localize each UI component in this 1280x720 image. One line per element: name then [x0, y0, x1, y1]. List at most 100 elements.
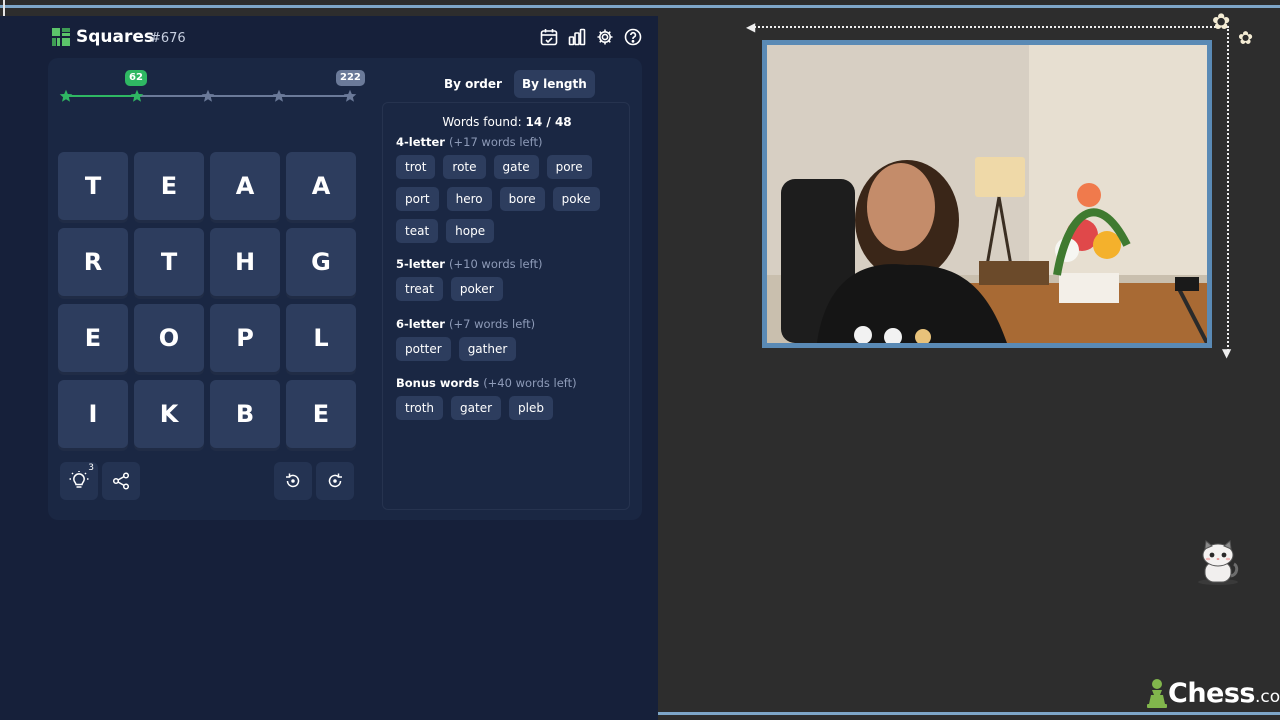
word-chip[interactable]: bore	[499, 187, 545, 211]
rotate-left-button[interactable]	[274, 462, 312, 500]
settings-icon[interactable]	[596, 28, 614, 46]
top-frame-line	[0, 5, 1280, 8]
word-chip[interactable]: treat	[396, 277, 443, 301]
word-chip[interactable]: gate	[493, 155, 539, 179]
rotate-right-icon	[328, 473, 342, 488]
word-chip-list: treat poker	[396, 277, 624, 301]
decorative-dotted-line-right	[1227, 26, 1229, 354]
section-header: Bonus words (+40 words left)	[396, 376, 624, 390]
section-title: Bonus words	[396, 376, 480, 390]
cat-mascot-icon	[1198, 540, 1239, 585]
letter-tile[interactable]: T	[58, 152, 128, 220]
words-panel: Words found: 14 / 48 4-letter (+17 words…	[382, 102, 630, 510]
arrow-left-icon: ◀	[746, 20, 756, 34]
section-header: 6-letter (+7 words left)	[396, 317, 624, 331]
word-chip[interactable]: poker	[450, 277, 503, 301]
word-section: Bonus words (+40 words left) troth gater pl…	[396, 376, 624, 420]
section-title: 5-letter	[396, 257, 445, 271]
tab-by-length[interactable]: By length	[513, 70, 595, 98]
section-remaining: (+7 words left)	[449, 317, 536, 331]
game-header: Squares #676	[52, 27, 642, 48]
calendar-icon[interactable]	[540, 28, 558, 46]
word-chip[interactable]: pleb	[509, 396, 553, 420]
words-found-label: Words found:	[442, 115, 522, 129]
word-section: 6-letter (+7 words left) potter gather	[396, 317, 624, 361]
arrow-down-icon: ▼	[1222, 346, 1232, 360]
webcam-scene	[767, 45, 1207, 343]
letter-tile[interactable]: A	[286, 152, 356, 220]
word-chip[interactable]: poke	[552, 187, 600, 211]
header-icons	[540, 28, 642, 48]
section-title: 6-letter	[396, 317, 445, 331]
bottom-frame-line	[658, 712, 1280, 715]
chess-logo-word: Chess	[1168, 678, 1256, 709]
letter-tile[interactable]: P	[210, 304, 280, 372]
squares-game-panel: Squares #676 62 222 TEAARTHGEOPLIKBE 3 B…	[0, 16, 658, 720]
section-title: 4-letter	[396, 135, 445, 149]
stats-icon[interactable]	[568, 28, 586, 46]
letter-tile[interactable]: O	[134, 304, 204, 372]
puzzle-number: #676	[150, 31, 186, 46]
current-score-badge: 62	[125, 70, 147, 86]
word-view-tabs: By order By length	[436, 70, 595, 98]
letter-tile[interactable]: H	[210, 228, 280, 296]
game-title: Squares	[76, 27, 155, 47]
help-icon[interactable]	[624, 28, 642, 46]
section-remaining: (+40 words left)	[483, 376, 577, 390]
letter-grid: TEAARTHGEOPLIKBE	[58, 152, 358, 452]
tab-by-order[interactable]: By order	[436, 70, 510, 98]
word-chip[interactable]: gather	[458, 337, 517, 361]
word-chip[interactable]: troth	[396, 396, 444, 420]
words-found: Words found: 14 / 48	[383, 115, 631, 129]
letter-tile[interactable]: E	[134, 152, 204, 220]
word-chip[interactable]: trot	[396, 155, 436, 179]
letter-tile[interactable]: G	[286, 228, 356, 296]
squares-logo-icon	[52, 28, 70, 46]
section-remaining: (+10 words left)	[449, 257, 543, 271]
rotate-right-button[interactable]	[316, 462, 354, 500]
word-chip[interactable]: pore	[546, 155, 592, 179]
word-chip[interactable]: rote	[443, 155, 486, 179]
chess-com-logo: Chess .com	[1146, 676, 1280, 708]
word-section: 4-letter (+17 words left) trot rote gate por…	[396, 135, 624, 243]
section-header: 4-letter (+17 words left)	[396, 135, 624, 149]
word-chip-list: troth gater pleb	[396, 396, 624, 420]
word-chip[interactable]: hero	[446, 187, 492, 211]
progress-star-icon	[130, 89, 144, 102]
hint-button[interactable]: 3	[60, 462, 98, 500]
word-chip[interactable]: teat	[396, 219, 439, 243]
top-frame	[0, 0, 1280, 16]
game-card: 62 222 TEAARTHGEOPLIKBE 3 By order By le…	[48, 58, 642, 520]
letter-tile[interactable]: I	[58, 380, 128, 448]
lightbulb-icon	[69, 471, 89, 488]
letter-tile[interactable]: T	[134, 228, 204, 296]
flower-icon: ✿	[1212, 10, 1231, 35]
letter-tile[interactable]: E	[58, 304, 128, 372]
pawn-icon	[1147, 679, 1167, 708]
share-icon	[112, 472, 130, 490]
chess-logo-tld: .com	[1255, 687, 1280, 707]
letter-tile[interactable]: K	[134, 380, 204, 448]
hint-count: 3	[88, 463, 94, 473]
max-score-badge: 222	[336, 70, 365, 86]
progress-star-icon	[343, 89, 357, 102]
letter-tile[interactable]: L	[286, 304, 356, 372]
top-frame-tick	[3, 0, 5, 16]
word-chip[interactable]: potter	[396, 337, 451, 361]
letter-tile[interactable]: R	[58, 228, 128, 296]
letter-tile[interactable]: A	[210, 152, 280, 220]
letter-tile[interactable]: B	[210, 380, 280, 448]
word-section: 5-letter (+10 words left) treat poker	[396, 257, 624, 301]
word-chip[interactable]: gater	[451, 396, 502, 420]
word-chip[interactable]: hope	[446, 219, 495, 243]
letter-tile[interactable]: E	[286, 380, 356, 448]
word-chip[interactable]: port	[396, 187, 439, 211]
section-header: 5-letter (+10 words left)	[396, 257, 624, 271]
rotate-left-icon	[286, 473, 300, 488]
word-chip-list: trot rote gate pore port hero bore poke teat hope	[396, 155, 624, 243]
words-found-count: 14 / 48	[525, 115, 572, 129]
progress-fill	[66, 95, 137, 97]
share-button[interactable]	[102, 462, 140, 500]
progress-star-icon	[201, 89, 215, 102]
score-progress: 62 222	[59, 70, 365, 106]
